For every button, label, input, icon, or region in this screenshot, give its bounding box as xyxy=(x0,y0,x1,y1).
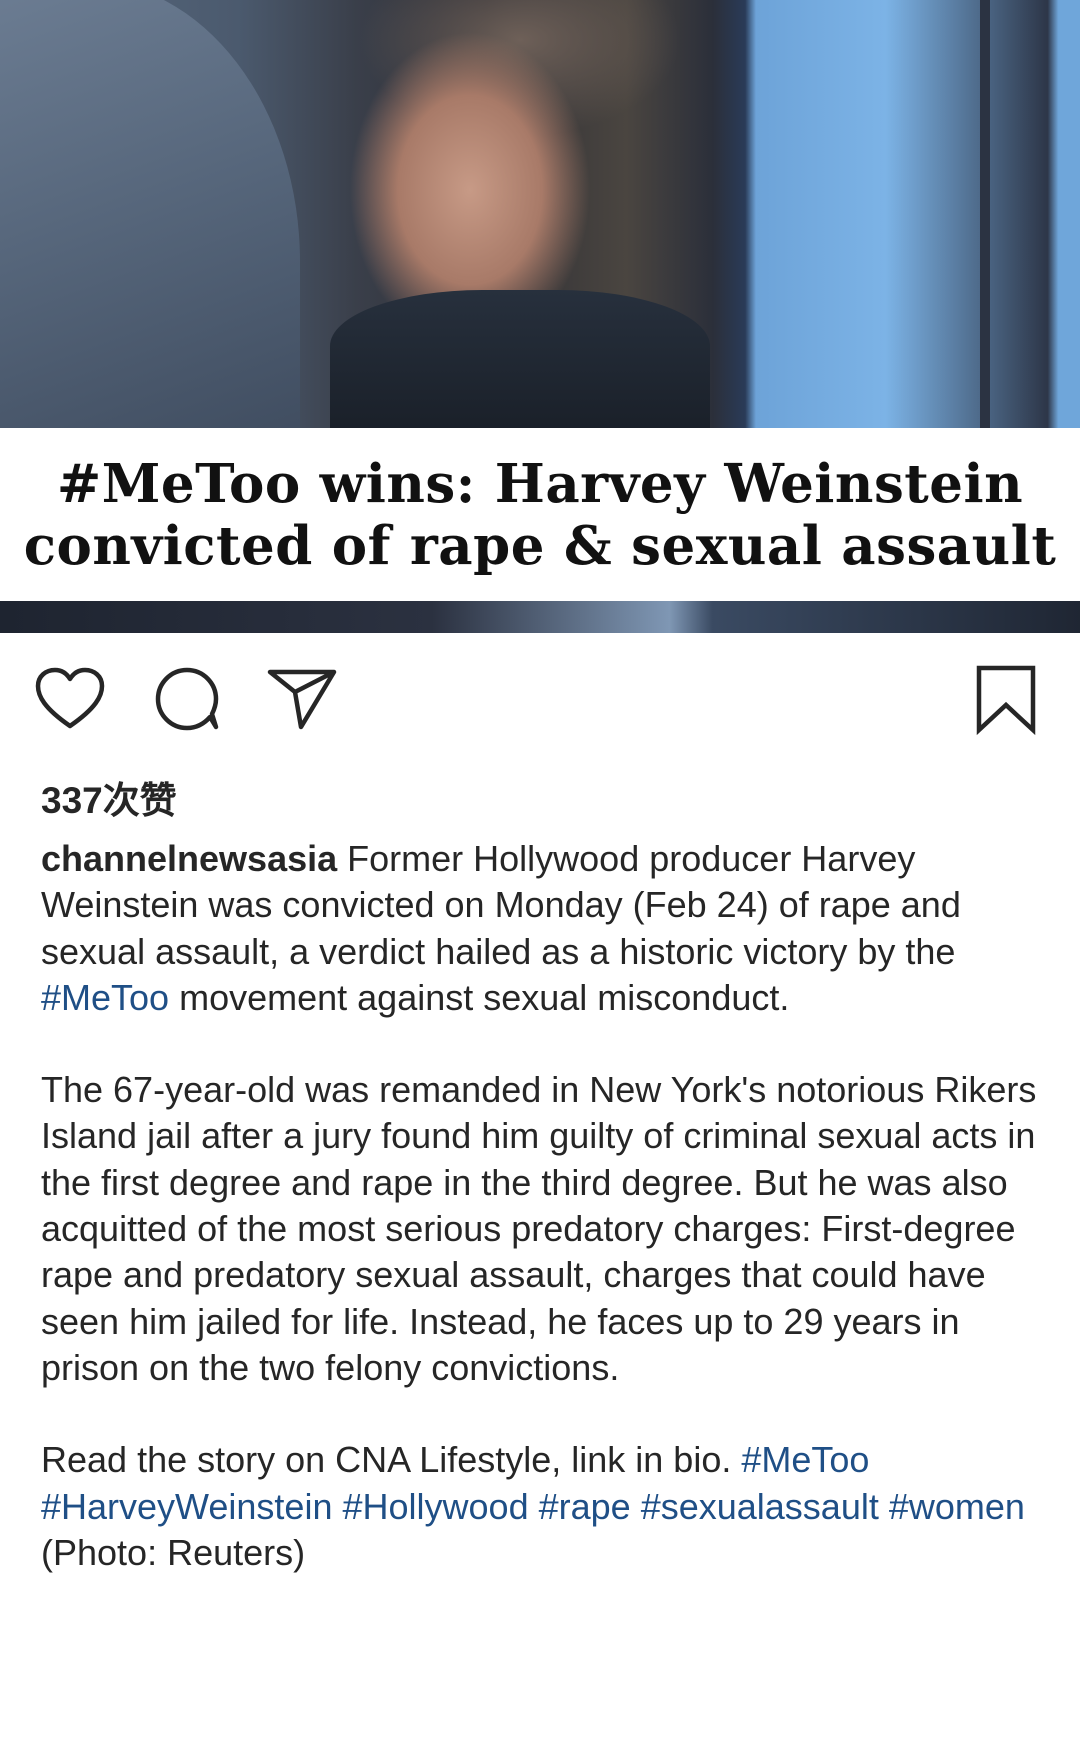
hashtag-link[interactable]: #Hollywood xyxy=(342,1486,528,1527)
caption-text: Read the story on CNA Lifestyle, link in… xyxy=(41,1439,742,1481)
caption-paragraph-1: channelnewsasia Former Hollywood produce… xyxy=(41,836,1041,1021)
hashtag-link[interactable]: #HarveyWeinstein xyxy=(41,1486,332,1527)
bookmark-icon xyxy=(976,665,1036,736)
photo-coat-shape xyxy=(330,290,710,430)
post-photo xyxy=(0,0,1080,450)
like-button[interactable] xyxy=(34,663,106,735)
caption-text: (Photo: Reuters) xyxy=(41,1531,306,1573)
comment-button[interactable] xyxy=(152,663,224,735)
image-headline-line-2: convicted of rape & sexual assault xyxy=(23,514,1057,577)
action-bar xyxy=(0,663,1080,738)
hashtag-link[interactable]: #sexualassault xyxy=(641,1486,879,1527)
image-headline-line-1: #MeToo wins: Harvey Weinstein xyxy=(56,452,1024,515)
photo-window-frame xyxy=(980,0,990,428)
username-link[interactable]: channelnewsasia xyxy=(41,838,337,879)
caption-paragraph-2: The 67-year-old was remanded in New York… xyxy=(41,1069,1037,1388)
image-headline: #MeToo wins: Harvey Weinstein convicted … xyxy=(0,428,1080,601)
heart-icon xyxy=(35,667,105,729)
share-icon xyxy=(267,669,337,730)
hashtag-link[interactable]: #women xyxy=(889,1486,1025,1527)
share-button[interactable] xyxy=(266,663,338,735)
hashtag-link[interactable]: #MeToo xyxy=(741,1439,869,1480)
caption-paragraph-3: Read the story on CNA Lifestyle, link in… xyxy=(41,1437,1041,1576)
post-caption: channelnewsasia Former Hollywood produce… xyxy=(41,836,1041,1576)
caption-text: movement against sexual misconduct. xyxy=(169,976,790,1018)
hashtag-link[interactable]: #MeToo xyxy=(41,977,169,1018)
post-image[interactable]: #MeToo wins: Harvey Weinstein convicted … xyxy=(0,0,1080,633)
comment-icon xyxy=(155,667,219,731)
photo-bottom-strip xyxy=(0,601,1080,633)
like-count[interactable]: 337次赞 xyxy=(41,770,177,824)
hashtag-link[interactable]: #rape xyxy=(539,1486,631,1527)
save-button[interactable] xyxy=(970,663,1042,736)
photo-shoulder-shape xyxy=(0,0,300,450)
